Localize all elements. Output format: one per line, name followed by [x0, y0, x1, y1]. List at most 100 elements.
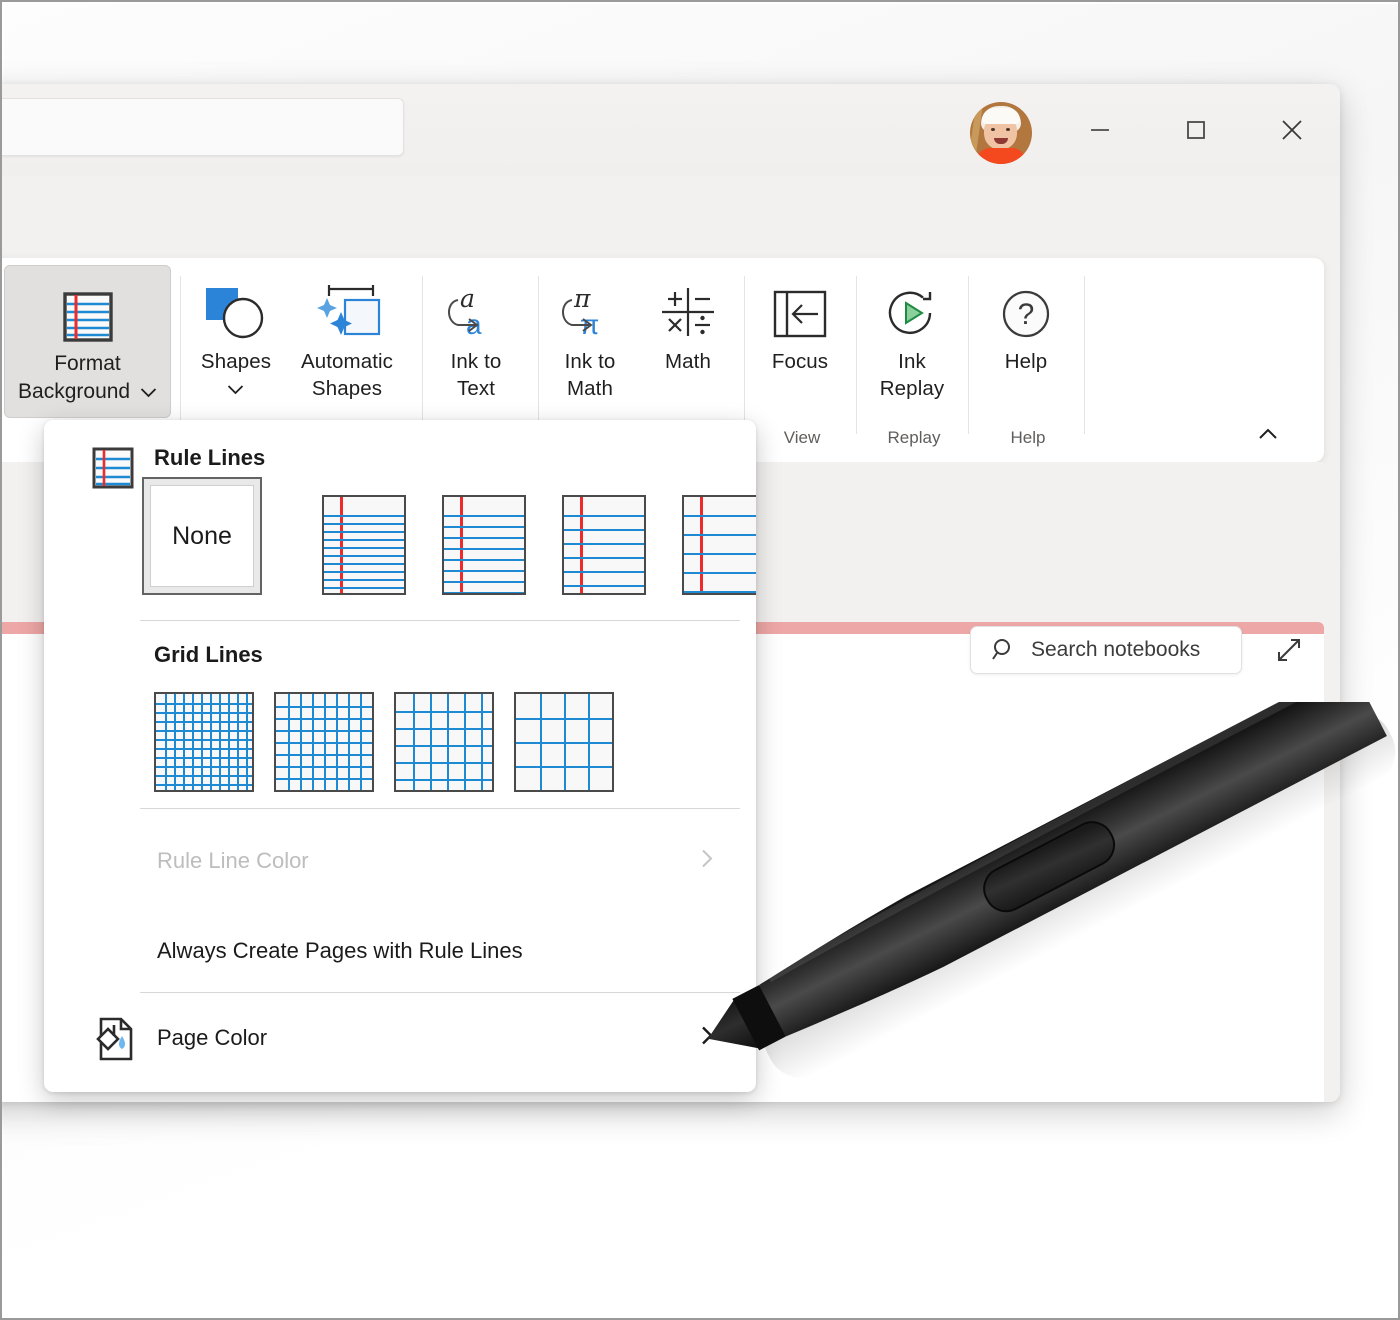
rule-line — [444, 559, 524, 561]
help-label-1: Help — [1005, 350, 1048, 373]
minimize-button[interactable] — [1056, 84, 1144, 176]
grid-line-vertical — [165, 694, 167, 790]
rule-line — [564, 571, 644, 573]
math-button[interactable]: Math — [640, 266, 736, 416]
search-icon — [991, 637, 1017, 663]
format-background-label-1: Format — [54, 352, 121, 375]
grid-line-vertical — [447, 694, 449, 790]
ribbon-group-label-replay: Replay — [860, 428, 968, 448]
help-button[interactable]: ? Help — [978, 266, 1074, 416]
avatar-fringe — [982, 108, 1020, 124]
ribbon-group-label-view: View — [748, 428, 856, 448]
rule-line — [324, 531, 404, 533]
menu-item-always-create-pages-with-rule-lines[interactable]: Always Create Pages with Rule Lines — [44, 923, 756, 979]
menu-item-always-create-label: Always Create Pages with Rule Lines — [157, 938, 523, 964]
rule-line — [444, 581, 524, 583]
collapse-ribbon-button[interactable] — [1256, 422, 1280, 446]
grid-line-vertical — [413, 694, 415, 790]
svg-text:?: ? — [1018, 298, 1035, 331]
grid-line-vertical — [228, 694, 230, 790]
grid-line-vertical — [348, 694, 350, 790]
grid-line-vertical — [183, 694, 185, 790]
ink-to-text-button[interactable]: a a Ink to Text — [428, 266, 524, 416]
rule-line — [684, 534, 756, 536]
grid-line-vertical — [174, 694, 176, 790]
quick-search-input[interactable] — [0, 98, 404, 156]
ribbon-group-view: Focus View — [748, 258, 856, 462]
grid-line-vertical — [237, 694, 239, 790]
ribbon-separator — [422, 276, 423, 434]
grid-lines-heading: Grid Lines — [154, 642, 263, 668]
avatar-eye-right — [1006, 128, 1010, 131]
grid-line-option-medium-grid[interactable] — [274, 692, 374, 792]
menu-item-rule-line-color[interactable]: Rule Line Color — [44, 833, 756, 889]
grid-line-option-very-large-grid[interactable] — [514, 692, 614, 792]
ink-to-math-label-2: Math — [567, 377, 613, 400]
shapes-label-1: Shapes — [201, 350, 271, 373]
grid-line-vertical — [564, 694, 566, 790]
focus-label-1: Focus — [772, 350, 828, 373]
grid-line-horizontal — [396, 711, 492, 713]
ribbon-separator — [180, 276, 181, 434]
chevron-down-icon — [227, 384, 244, 395]
grid-line-option-large-grid[interactable] — [394, 692, 494, 792]
maximize-button[interactable] — [1152, 84, 1240, 176]
rule-line — [324, 539, 404, 541]
rule-line — [324, 523, 404, 525]
grid-line-vertical — [201, 694, 203, 790]
expand-diagonal-icon — [1274, 635, 1304, 665]
rule-line-option-college-ruled[interactable] — [442, 495, 526, 595]
rule-lines-icon — [92, 447, 134, 494]
automatic-shapes-button[interactable]: Automatic Shapes — [292, 266, 402, 416]
grid-line-vertical — [192, 694, 194, 790]
format-background-button[interactable]: Format Background — [4, 265, 171, 418]
automatic-shapes-icon — [311, 284, 383, 342]
automatic-shapes-label-2: Shapes — [312, 377, 382, 400]
grid-line-vertical — [540, 694, 542, 790]
search-notebooks-placeholder: Search notebooks — [1031, 638, 1200, 662]
grid-line-option-small-grid[interactable] — [154, 692, 254, 792]
menu-divider — [140, 620, 740, 621]
grid-line-vertical — [430, 694, 432, 790]
rule-line — [324, 515, 404, 517]
shapes-button[interactable]: Shapes — [188, 266, 284, 416]
menu-divider — [140, 992, 740, 993]
ink-to-math-button[interactable]: π π Ink to Math — [542, 266, 638, 416]
grid-line-vertical — [336, 694, 338, 790]
format-background-menu: Rule Lines None Grid Lines Rule Line Col… — [44, 420, 756, 1092]
close-button[interactable] — [1248, 84, 1336, 176]
rule-line — [444, 526, 524, 528]
search-notebooks-input[interactable]: Search notebooks — [970, 626, 1242, 674]
rule-line-option-none[interactable]: None — [142, 477, 262, 595]
rule-line — [444, 537, 524, 539]
ink-to-text-icon: a a — [442, 284, 510, 342]
rule-line-option-wide-ruled[interactable] — [682, 495, 756, 595]
ribbon-cutoff-group: ert ce — [0, 258, 2, 462]
rule-line-option-narrow-ruled[interactable] — [322, 495, 406, 595]
ink-replay-label-1: Ink — [898, 350, 926, 373]
close-icon — [1277, 115, 1307, 145]
maximize-icon — [1183, 117, 1209, 143]
expand-button[interactable] — [1274, 635, 1304, 665]
ink-replay-label-2: Replay — [880, 377, 944, 400]
chevron-right-icon — [698, 1023, 716, 1054]
rule-line — [564, 557, 644, 559]
menu-item-page-color-label: Page Color — [157, 1025, 267, 1051]
menu-item-page-color[interactable]: Page Color — [44, 1010, 756, 1066]
grid-line-vertical — [288, 694, 290, 790]
rule-line-option-standard-ruled[interactable] — [562, 495, 646, 595]
ink-to-text-label-1: Ink to — [451, 350, 502, 373]
ink-replay-button[interactable]: Ink Replay — [864, 266, 960, 416]
avatar-eye-left — [991, 128, 995, 131]
focus-button[interactable]: Focus — [752, 266, 848, 416]
ink-replay-label: Ink Replay — [880, 348, 944, 402]
ruled-paper-icon — [61, 290, 115, 344]
ribbon-separator — [1084, 276, 1085, 434]
minimize-icon — [1087, 117, 1113, 143]
ribbon-group-replay: Ink Replay Replay — [860, 258, 968, 462]
avatar[interactable] — [970, 102, 1032, 164]
avatar-shirt — [976, 148, 1026, 164]
rule-line — [444, 592, 524, 594]
focus-label: Focus — [772, 348, 828, 375]
format-background-label: Format Background — [18, 350, 157, 406]
